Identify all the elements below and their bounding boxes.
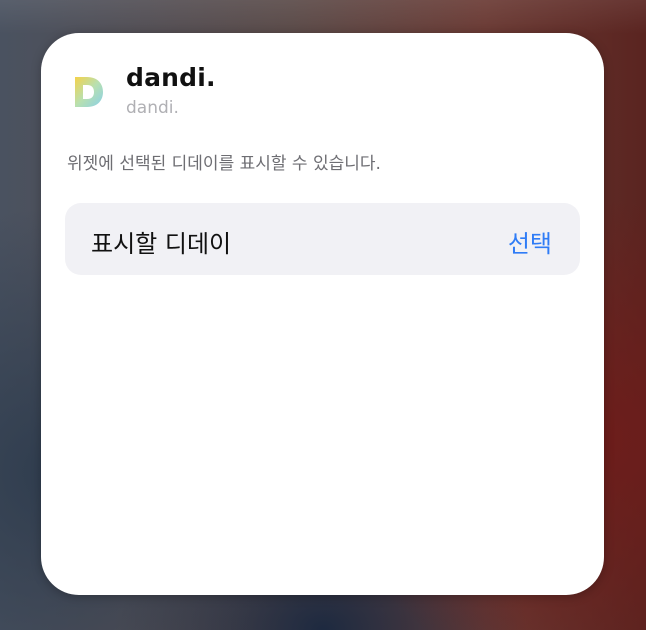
widget-description: 위젯에 선택된 디데이를 표시할 수 있습니다.	[67, 154, 381, 174]
parameter-label: 표시할 디데이	[91, 230, 232, 258]
app-name: dandi.	[126, 63, 216, 92]
background-top-strip	[0, 0, 646, 34]
dandi-logo-icon	[75, 77, 103, 107]
app-header: dandi. dandi.	[69, 61, 549, 121]
choose-button[interactable]: 선택	[508, 224, 552, 259]
app-subtitle: dandi.	[126, 98, 179, 118]
widget-config-card: dandi. dandi. 위젯에 선택된 디데이를 표시할 수 있습니다. 표…	[41, 33, 604, 595]
dday-parameter-row[interactable]: 표시할 디데이 선택	[65, 203, 580, 275]
